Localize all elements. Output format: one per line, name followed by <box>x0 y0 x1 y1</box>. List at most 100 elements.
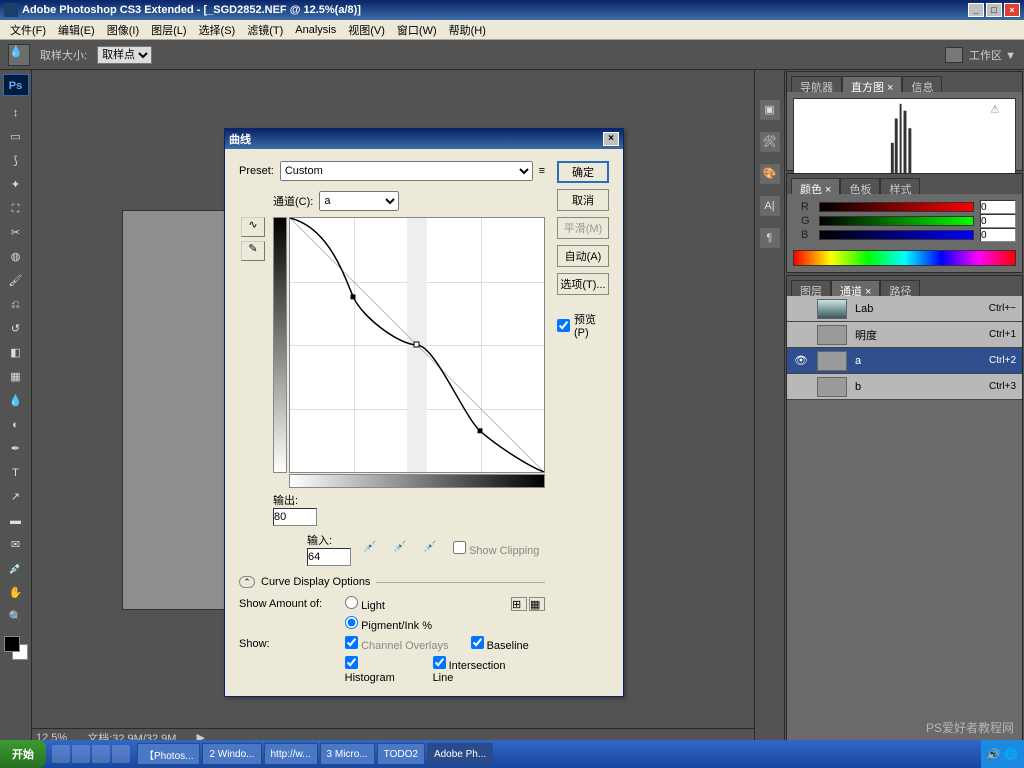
dialog-close-button[interactable]: × <box>603 132 619 146</box>
channel-row-Lab[interactable]: LabCtrl+~ <box>787 296 1022 322</box>
shape-tool[interactable]: ▬ <box>4 510 28 532</box>
b-slider[interactable] <box>819 230 974 240</box>
auto-button[interactable]: 自动(A) <box>557 245 609 267</box>
tab-info[interactable]: 信息 <box>902 76 942 92</box>
input-input[interactable] <box>307 548 351 566</box>
gray-point-dropper[interactable]: 💉 <box>393 540 411 558</box>
eyedropper-tool[interactable]: 💉 <box>4 558 28 580</box>
output-input[interactable] <box>273 508 317 526</box>
system-tray[interactable]: 🔊 🌐 <box>981 740 1024 768</box>
eraser-tool[interactable]: ◧ <box>4 342 28 364</box>
tab-layers[interactable]: 图层 <box>791 280 831 296</box>
heal-tool[interactable]: ◍ <box>4 246 28 268</box>
history-brush-tool[interactable]: ↺ <box>4 318 28 340</box>
gradient-tool[interactable]: ▦ <box>4 366 28 388</box>
minimize-button[interactable]: _ <box>968 3 984 17</box>
menu-select[interactable]: 选择(S) <box>193 20 242 40</box>
tab-swatches[interactable]: 色板 <box>840 178 880 194</box>
menu-window[interactable]: 窗口(W) <box>391 20 443 40</box>
ql-desktop-icon[interactable] <box>92 745 110 763</box>
channel-row-a[interactable]: 👁aCtrl+2 <box>787 348 1022 374</box>
ok-button[interactable]: 确定 <box>557 161 609 183</box>
brushes-icon[interactable]: 🎨 <box>760 164 780 184</box>
taskbar-task[interactable]: 2 Windo... <box>202 743 261 765</box>
histogram-checkbox[interactable]: Histogram <box>345 656 411 684</box>
workspace-dropdown[interactable]: 工作区 ▼ <box>969 47 1016 63</box>
grid-detail-icon[interactable]: ▦ <box>529 597 545 611</box>
curve-point-tool[interactable]: ∿ <box>241 217 265 237</box>
stamp-tool[interactable]: ⎌ <box>4 294 28 316</box>
black-point-dropper[interactable]: 💉 <box>363 540 381 558</box>
tab-navigator[interactable]: 导航器 <box>791 76 842 92</box>
brush-tool[interactable]: 🖌 <box>4 270 28 292</box>
taskbar-task[interactable]: TODO2 <box>377 743 425 765</box>
move-tool[interactable]: ↕ <box>4 102 28 124</box>
b-input[interactable] <box>980 228 1016 242</box>
tab-color[interactable]: 颜色 × <box>791 178 840 194</box>
character-icon[interactable]: A| <box>760 196 780 216</box>
paragraph-icon[interactable]: ¶ <box>760 228 780 248</box>
menu-view[interactable]: 视图(V) <box>342 20 391 40</box>
show-clipping-checkbox[interactable]: Show Clipping <box>453 541 539 557</box>
close-button[interactable]: × <box>1004 3 1020 17</box>
path-tool[interactable]: ↗ <box>4 486 28 508</box>
channel-row-明度[interactable]: 明度Ctrl+1 <box>787 322 1022 348</box>
menu-layer[interactable]: 图层(L) <box>145 20 192 40</box>
curve-grid[interactable] <box>289 217 545 473</box>
sample-size-select[interactable]: 取样点 <box>97 46 152 64</box>
notes-tool[interactable]: ✉ <box>4 534 28 556</box>
dodge-tool[interactable]: ◐ <box>4 414 28 436</box>
menu-help[interactable]: 帮助(H) <box>443 20 492 40</box>
menu-filter[interactable]: 滤镜(T) <box>241 20 289 40</box>
menu-image[interactable]: 图像(I) <box>101 20 145 40</box>
grid-simple-icon[interactable]: ⊞ <box>511 597 527 611</box>
color-spectrum[interactable] <box>793 250 1016 266</box>
cdo-toggle[interactable]: ⌃ <box>239 576 255 588</box>
tab-paths[interactable]: 路径 <box>880 280 920 296</box>
menu-analysis[interactable]: Analysis <box>289 22 342 38</box>
slice-tool[interactable]: ✂ <box>4 222 28 244</box>
eyedropper-icon[interactable]: 💧 <box>8 44 30 66</box>
tab-histogram[interactable]: 直方图 × <box>842 76 902 92</box>
ql-folder-icon[interactable] <box>112 745 130 763</box>
history-icon[interactable]: ▣ <box>760 100 780 120</box>
taskbar-task[interactable]: 【Photos... <box>137 743 200 765</box>
channel-overlays-checkbox[interactable]: Channel Overlays <box>345 636 449 652</box>
cancel-button[interactable]: 取消 <box>557 189 609 211</box>
r-slider[interactable] <box>819 202 974 212</box>
preset-menu-icon[interactable]: ≡ <box>539 165 545 177</box>
preset-select[interactable]: Custom <box>280 161 533 181</box>
channel-row-b[interactable]: bCtrl+3 <box>787 374 1022 400</box>
tab-channels[interactable]: 通道 × <box>831 280 880 296</box>
options-button[interactable]: 选项(T)... <box>557 273 609 295</box>
tray-icon[interactable]: 🌐 <box>1004 748 1018 761</box>
taskbar-task[interactable]: Adobe Ph... <box>427 743 493 765</box>
hand-tool[interactable]: ✋ <box>4 582 28 604</box>
ql-ie-icon[interactable] <box>52 745 70 763</box>
white-point-dropper[interactable]: 💉 <box>423 540 441 558</box>
ql-firefox-icon[interactable] <box>72 745 90 763</box>
screen-mode-icon[interactable] <box>945 47 963 63</box>
zoom-tool[interactable]: 🔍 <box>4 606 28 628</box>
type-tool[interactable]: T <box>4 462 28 484</box>
lasso-tool[interactable]: ⟆ <box>4 150 28 172</box>
marquee-tool[interactable]: ▭ <box>4 126 28 148</box>
tab-styles[interactable]: 样式 <box>880 178 920 194</box>
r-input[interactable] <box>980 200 1016 214</box>
wand-tool[interactable]: ✦ <box>4 174 28 196</box>
pen-tool[interactable]: ✒ <box>4 438 28 460</box>
tool-presets-icon[interactable]: 🛠 <box>760 132 780 152</box>
tray-icon[interactable]: 🔊 <box>987 748 1001 761</box>
taskbar-task[interactable]: http://w... <box>264 743 318 765</box>
blur-tool[interactable]: 💧 <box>4 390 28 412</box>
color-swatches[interactable] <box>4 636 28 660</box>
crop-tool[interactable]: ⛶ <box>4 198 28 220</box>
menu-file[interactable]: 文件(F) <box>4 20 52 40</box>
light-radio[interactable]: Light <box>345 596 385 612</box>
g-input[interactable] <box>980 214 1016 228</box>
maximize-button[interactable]: □ <box>986 3 1002 17</box>
baseline-checkbox[interactable]: Baseline <box>471 636 529 652</box>
preview-checkbox[interactable]: 预览(P) <box>557 311 609 339</box>
visibility-icon[interactable]: 👁 <box>793 354 809 367</box>
g-slider[interactable] <box>819 216 974 226</box>
